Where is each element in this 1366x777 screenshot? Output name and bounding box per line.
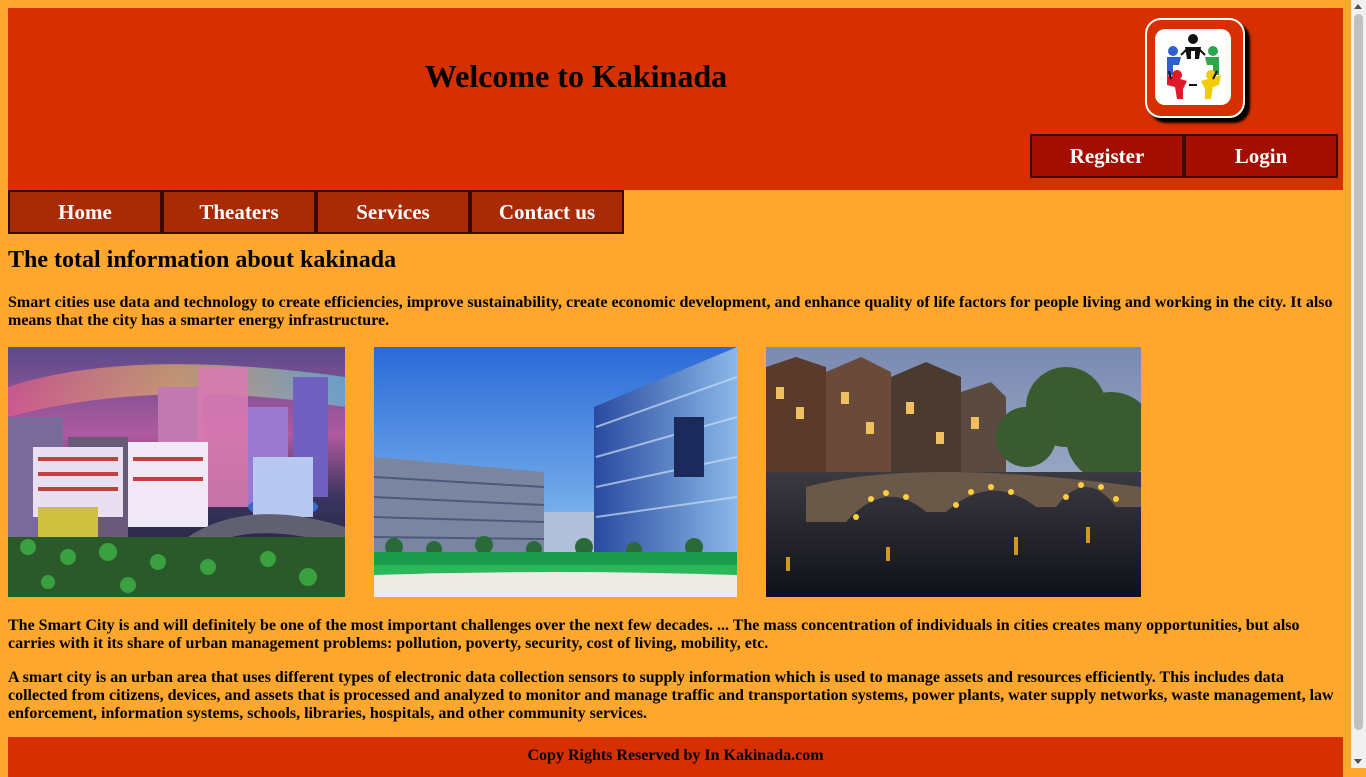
- nav-item-contact-us[interactable]: Contact us: [470, 190, 624, 234]
- glass-office-buildings-image: [374, 347, 737, 597]
- smart-city-challenges-paragraph: The Smart City is and will definitely be…: [8, 617, 1300, 652]
- smart-city-definition-paragraph: A smart city is an urban area that uses …: [8, 669, 1334, 722]
- scroll-down-arrow-icon[interactable]: [1354, 759, 1362, 764]
- copyright-text: Copy Rights Reserved by In Kakinada.com: [527, 747, 824, 764]
- scroll-up-arrow-icon[interactable]: [1354, 4, 1362, 9]
- scroll-thumb[interactable]: [1354, 14, 1363, 730]
- site-logo[interactable]: [1145, 18, 1245, 118]
- auth-buttons: Register Login: [1030, 134, 1338, 178]
- page-heading: The total information about kakinada: [8, 247, 397, 273]
- canal-bridge-night-image: [766, 347, 1141, 597]
- register-button[interactable]: Register: [1030, 134, 1184, 178]
- nav-item-theaters[interactable]: Theaters: [162, 190, 316, 234]
- vertical-scrollbar[interactable]: [1351, 0, 1366, 768]
- image-gallery: [8, 347, 1343, 597]
- main-nav: Home Theaters Services Contact us: [8, 190, 1343, 234]
- intro-paragraph: Smart cities use data and technology to …: [8, 294, 1333, 329]
- site-title: Welcome to Kakinada: [424, 58, 728, 94]
- page: Welcome to Kakinada Register Login Home …: [8, 8, 1343, 777]
- nav-item-services[interactable]: Services: [316, 190, 470, 234]
- nav-item-home[interactable]: Home: [8, 190, 162, 234]
- login-button[interactable]: Login: [1184, 134, 1338, 178]
- people-circle-logo-icon: [1167, 34, 1221, 99]
- site-header: Welcome to Kakinada Register Login: [8, 8, 1343, 190]
- smart-city-model-image: [8, 347, 345, 597]
- site-footer: Copy Rights Reserved by In Kakinada.com: [8, 737, 1343, 777]
